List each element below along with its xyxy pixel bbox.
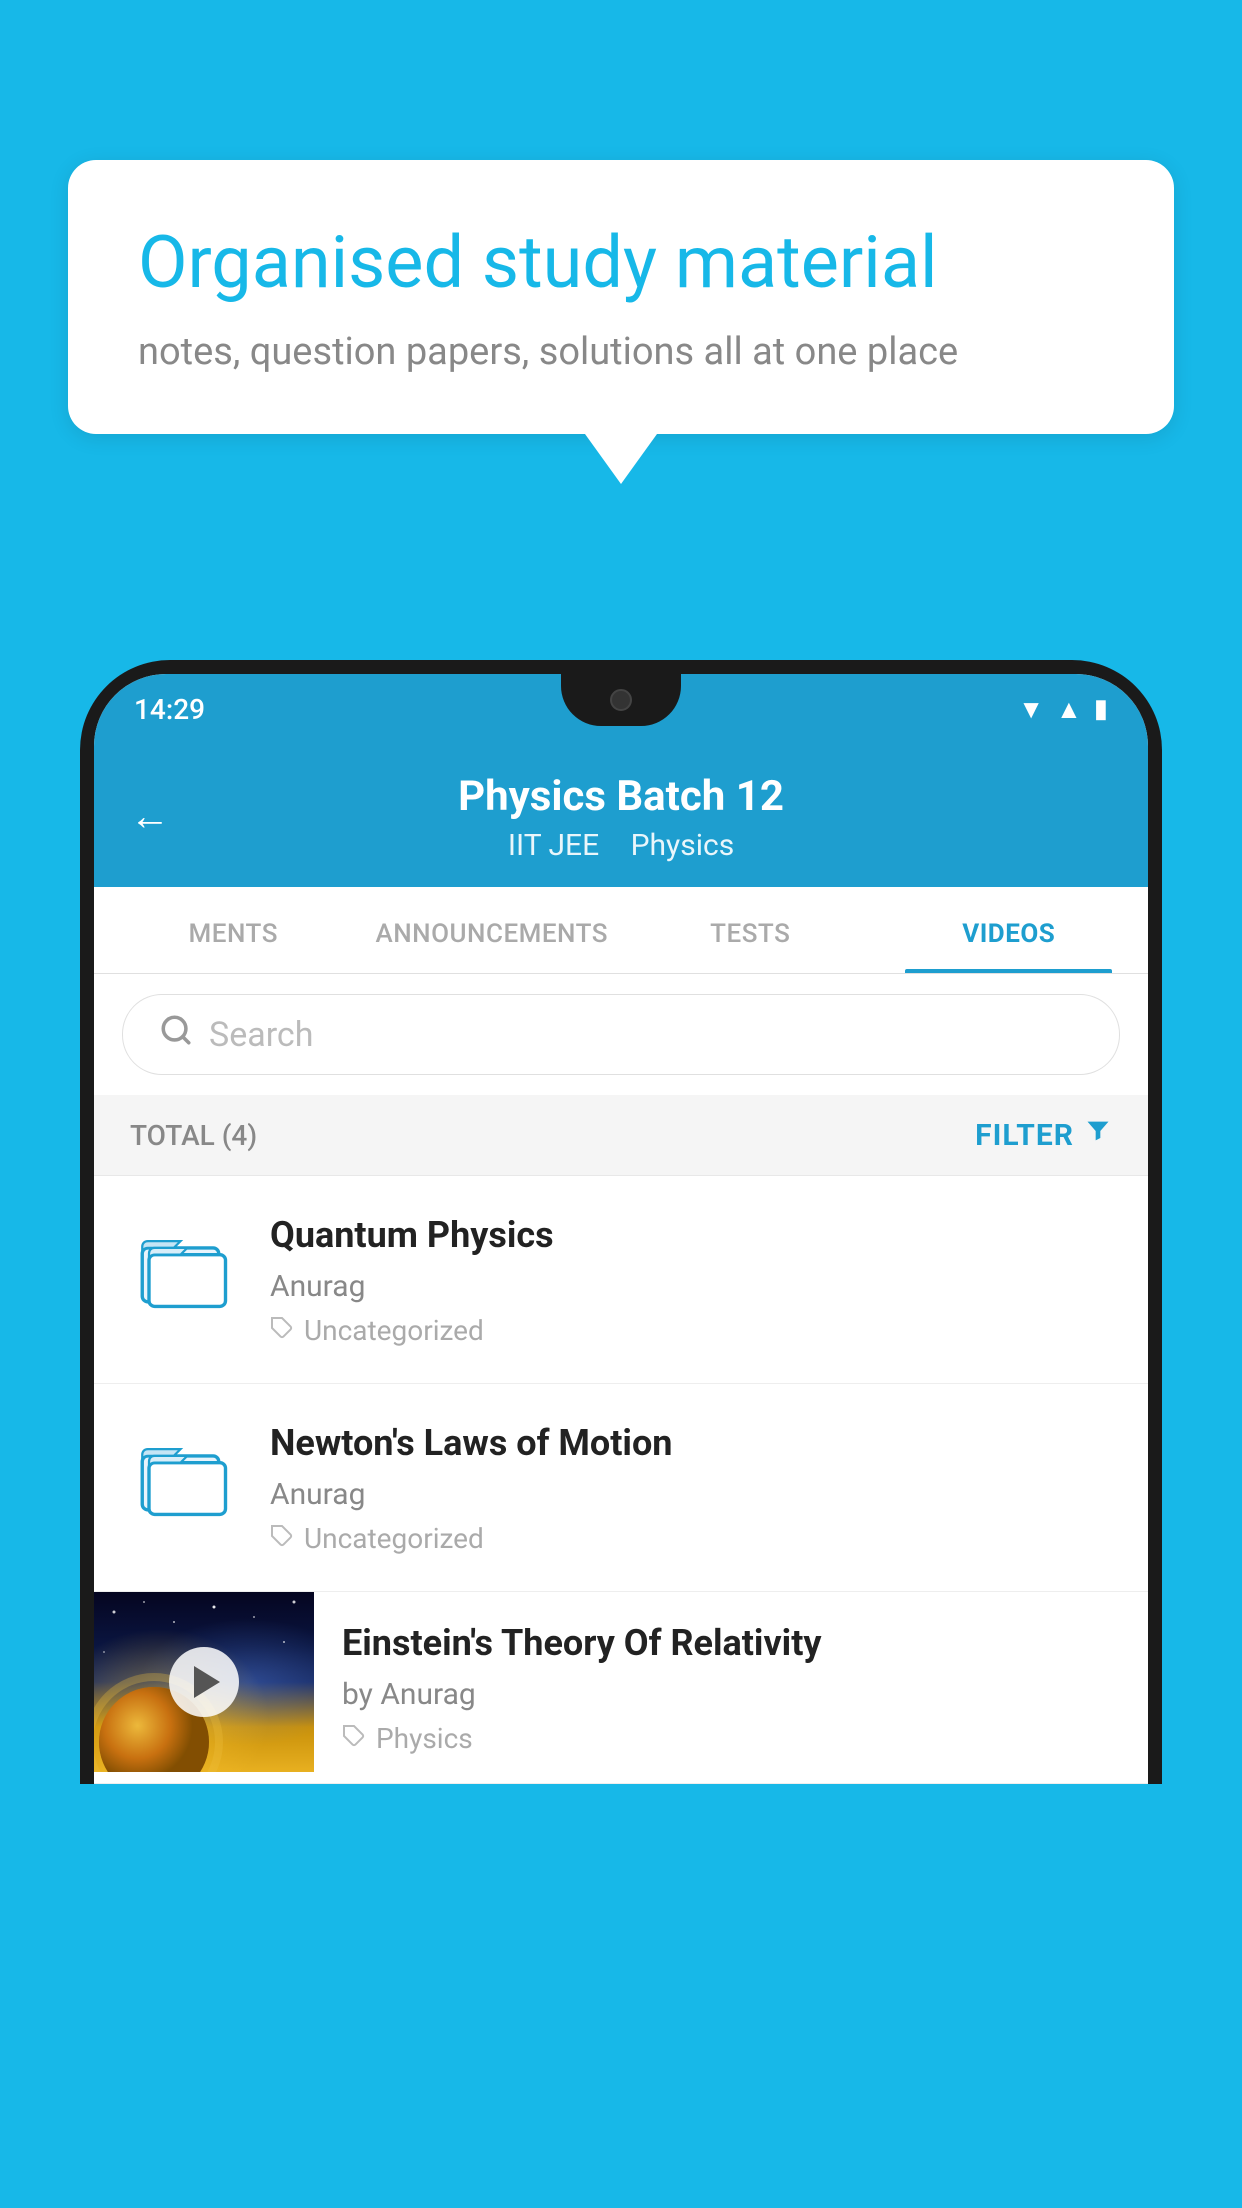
status-time: 14:29 (134, 693, 205, 726)
play-button[interactable] (169, 1647, 239, 1717)
filter-icon (1084, 1117, 1112, 1153)
tab-tests[interactable]: TESTS (621, 887, 880, 973)
play-triangle-icon (194, 1666, 220, 1698)
camera-dot (610, 689, 632, 711)
back-button[interactable]: ← (130, 792, 170, 839)
tag-iitjee: IIT JEE (508, 828, 599, 863)
tag-label: Uncategorized (304, 1522, 484, 1555)
search-icon (159, 1013, 193, 1056)
filter-row: TOTAL (4) FILTER (94, 1095, 1148, 1176)
video-tag: Uncategorized (270, 1314, 1112, 1347)
wifi-icon: ▼ (1018, 694, 1044, 725)
bubble-subtitle: notes, question papers, solutions all at… (138, 330, 1104, 374)
video-author: by Anurag (342, 1677, 1120, 1712)
battery-icon: ▮ (1094, 694, 1108, 724)
video-thumbnail (94, 1592, 314, 1772)
bubble-title: Organised study material (138, 220, 1104, 306)
video-title: Newton's Laws of Motion (270, 1420, 1112, 1467)
tab-videos[interactable]: VIDEOS (880, 887, 1139, 973)
folder-icon (140, 1430, 230, 1520)
tab-ments[interactable]: MENTS (104, 887, 363, 973)
status-bar: 14:29 ▼ ▲ ▮ (94, 674, 1148, 744)
list-item[interactable]: Quantum Physics Anurag Uncategorized (94, 1176, 1148, 1384)
tag-label: Physics (376, 1722, 473, 1755)
total-count: TOTAL (4) (130, 1119, 257, 1152)
notch (561, 674, 681, 726)
speech-bubble-card: Organised study material notes, question… (68, 160, 1174, 434)
video-tag: Physics (342, 1722, 1120, 1755)
phone-mockup: 14:29 ▼ ▲ ▮ ← Physics Batch 12 IIT JEE P… (80, 660, 1162, 2208)
tag-physics: Physics (631, 828, 735, 863)
search-container: Search (94, 974, 1148, 1095)
video-author: Anurag (270, 1269, 1112, 1304)
folder-icon-container (130, 1212, 240, 1322)
filter-button[interactable]: FILTER (975, 1117, 1112, 1153)
tag-icon (342, 1722, 366, 1755)
folder-icon (140, 1222, 230, 1312)
phone-frame: 14:29 ▼ ▲ ▮ ← Physics Batch 12 IIT JEE P… (80, 660, 1162, 1784)
tabs-bar: MENTS ANNOUNCEMENTS TESTS VIDEOS (94, 887, 1148, 974)
header-tags: IIT JEE Physics (134, 828, 1108, 863)
video-info: Einstein's Theory Of Relativity by Anura… (314, 1592, 1148, 1783)
video-author: Anurag (270, 1477, 1112, 1512)
search-placeholder: Search (209, 1015, 313, 1055)
video-title: Quantum Physics (270, 1212, 1112, 1259)
video-info: Newton's Laws of Motion Anurag Uncategor… (270, 1420, 1112, 1555)
list-item[interactable]: Newton's Laws of Motion Anurag Uncategor… (94, 1384, 1148, 1592)
signal-icon: ▲ (1056, 694, 1082, 725)
speech-bubble-tail (585, 434, 657, 484)
video-list: Quantum Physics Anurag Uncategorized (94, 1176, 1148, 1783)
phone-screen: 14:29 ▼ ▲ ▮ ← Physics Batch 12 IIT JEE P… (94, 674, 1148, 1784)
video-title: Einstein's Theory Of Relativity (342, 1620, 1120, 1667)
folder-icon-container (130, 1420, 240, 1530)
tag-icon (270, 1522, 294, 1555)
app-header: ← Physics Batch 12 IIT JEE Physics (94, 744, 1148, 887)
search-bar[interactable]: Search (122, 994, 1120, 1075)
filter-label: FILTER (975, 1118, 1074, 1153)
video-tag: Uncategorized (270, 1522, 1112, 1555)
list-item[interactable]: Einstein's Theory Of Relativity by Anura… (94, 1592, 1148, 1784)
status-icons: ▼ ▲ ▮ (1018, 694, 1108, 725)
header-title: Physics Batch 12 (134, 772, 1108, 822)
speech-bubble-section: Organised study material notes, question… (68, 160, 1174, 484)
tag-icon (270, 1314, 294, 1347)
tag-label: Uncategorized (304, 1314, 484, 1347)
video-info: Quantum Physics Anurag Uncategorized (270, 1212, 1112, 1347)
tab-announcements[interactable]: ANNOUNCEMENTS (363, 887, 622, 973)
